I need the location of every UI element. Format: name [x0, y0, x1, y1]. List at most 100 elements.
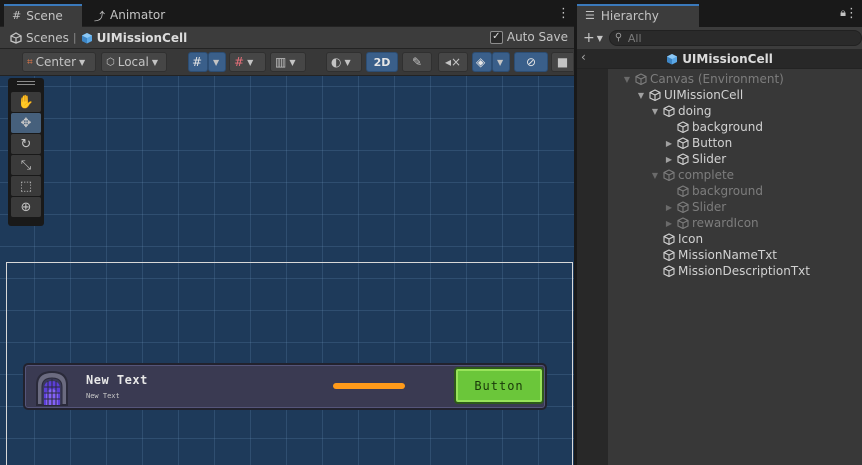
- chevron-down-icon: ▼: [289, 57, 296, 67]
- create-dropdown[interactable]: + ▼: [583, 30, 603, 46]
- scene-viewport[interactable]: ✋ ✥ ↻ ⤡ ⬚ ⊕ New Text New Text Button: [0, 76, 574, 465]
- overlay-grip-handle[interactable]: [11, 81, 41, 89]
- mode-2d-toggle[interactable]: 2D: [366, 52, 398, 72]
- chevron-down-icon: ▼: [79, 57, 86, 67]
- gameobject-cube-icon: [677, 217, 689, 229]
- more-options-icon[interactable]: ⋮: [557, 6, 570, 21]
- hierarchy-search-input[interactable]: ⚲ All: [608, 30, 862, 46]
- tab-label: Hierarchy: [600, 9, 659, 23]
- hand-tool[interactable]: ✋: [11, 92, 41, 112]
- hierarchy-row[interactable]: ▼ UIMissionCell: [636, 87, 743, 103]
- auto-save-toggle[interactable]: ✓ Auto Save: [489, 30, 568, 44]
- audio-toggle[interactable]: ◂×: [438, 52, 468, 72]
- gameobject-cube-icon: [663, 265, 675, 277]
- chevron-down-icon: ▼: [344, 57, 351, 67]
- hierarchy-row[interactable]: ▼ complete: [650, 167, 734, 183]
- search-icon: ⚲: [614, 32, 623, 43]
- breadcrumb-label: UIMissionCell: [96, 30, 188, 45]
- tab-hierarchy[interactable]: ☰ Hierarchy: [577, 4, 699, 27]
- hierarchy-row[interactable]: background: [664, 119, 763, 135]
- gameobject-cube-icon: [677, 137, 689, 149]
- foldout-collapsed-icon[interactable]: ▶: [664, 219, 674, 228]
- plus-icon: +: [583, 30, 595, 46]
- shading-sphere-icon: ◐: [331, 55, 342, 69]
- grid-visibility-button[interactable]: ▥ ▼: [270, 52, 306, 72]
- prefab-cube-icon: [81, 32, 92, 43]
- tab-animator[interactable]: ⤴ Animator: [86, 4, 176, 27]
- space-dropdown[interactable]: ⬡ Local ▼: [101, 52, 167, 72]
- gameobject-cube-icon: [677, 121, 689, 133]
- back-arrow-icon[interactable]: ‹: [581, 50, 586, 64]
- grid-snapping-dropdown[interactable]: ▼: [208, 52, 226, 72]
- transform-tool[interactable]: ⊕: [11, 197, 41, 217]
- foldout-expanded-icon[interactable]: ▼: [622, 75, 632, 84]
- grid-icon: #: [12, 9, 22, 22]
- foldout-expanded-icon[interactable]: ▼: [650, 107, 660, 116]
- prefab-header: ‹ UIMissionCell: [577, 49, 862, 69]
- breadcrumb-prefab[interactable]: UIMissionCell: [81, 30, 188, 45]
- chevron-down-icon: ▼: [596, 33, 603, 43]
- scene-tabbar: # Scene ⤴ Animator ⋮: [0, 0, 574, 27]
- hierarchy-row[interactable]: ▶ Slider: [664, 151, 726, 167]
- breadcrumb-scenes[interactable]: Scenes: [10, 31, 69, 45]
- hierarchy-gutter: [577, 69, 608, 465]
- chevron-down-icon: ▼: [497, 57, 504, 67]
- hierarchy-row[interactable]: MissionDescriptionTxt: [650, 263, 810, 279]
- rotate-tool[interactable]: ↻: [11, 134, 41, 154]
- move-tool[interactable]: ✥: [11, 113, 41, 133]
- chevron-down-icon: ▼: [247, 57, 254, 67]
- camera-button[interactable]: ■: [551, 52, 573, 72]
- hand-icon: ✋: [17, 94, 35, 110]
- increment-snap-button[interactable]: # ▼: [229, 52, 266, 72]
- hierarchy-row-label: Canvas (Environment): [650, 72, 784, 86]
- mode-2d-label: 2D: [373, 55, 391, 69]
- hierarchy-row-label: MissionDescriptionTxt: [678, 264, 810, 278]
- foldout-collapsed-icon[interactable]: ▶: [664, 203, 674, 212]
- pivot-label: Center: [35, 55, 77, 69]
- hierarchy-row[interactable]: ▼ Canvas (Environment): [622, 71, 784, 87]
- foldout-collapsed-icon[interactable]: ▶: [664, 139, 674, 148]
- scene-visibility-toggle[interactable]: ⊘: [514, 52, 548, 72]
- auto-save-checkbox[interactable]: ✓: [489, 30, 503, 44]
- search-placeholder: All: [627, 31, 642, 45]
- layers-icon: ◈: [476, 55, 486, 69]
- scene-toolbar: ⌗ Center ▼ ⬡ Local ▼ # ▼ # ▼ ▥ ▼ ◐ ▼ 2D ✎ ◂…: [0, 49, 574, 76]
- more-options-icon[interactable]: ⋮: [845, 6, 858, 21]
- foldout-expanded-icon[interactable]: ▼: [650, 171, 660, 180]
- hierarchy-row-label: background: [692, 120, 763, 134]
- hierarchy-row[interactable]: ▼ doing: [650, 103, 712, 119]
- mission-progress-slider[interactable]: [333, 383, 405, 389]
- hierarchy-row[interactable]: ▶ Button: [664, 135, 732, 151]
- hierarchy-row[interactable]: ▶ Slider: [664, 199, 726, 215]
- tab-scene[interactable]: # Scene: [4, 4, 82, 27]
- unity-logo-icon: [10, 31, 22, 44]
- hierarchy-tree: ▼ Canvas (Environment) ▼ UIMissionCell ▼ doin…: [608, 69, 862, 465]
- eye-hidden-icon: ⊘: [525, 55, 537, 69]
- hierarchy-row[interactable]: ▶ rewardIcon: [664, 215, 759, 231]
- pivot-dropdown[interactable]: ⌗ Center ▼: [22, 52, 96, 72]
- mission-cell-preview[interactable]: New Text New Text Button: [23, 363, 547, 410]
- hierarchy-row[interactable]: Icon: [650, 231, 703, 247]
- hierarchy-row-label: Button: [692, 136, 733, 150]
- effects-toggle[interactable]: ◈: [472, 52, 492, 72]
- portal-gate-icon: [36, 370, 68, 406]
- hierarchy-row-label: Slider: [692, 152, 727, 166]
- lighting-toggle[interactable]: ✎: [402, 52, 432, 72]
- transform-icon: ⊕: [20, 199, 32, 215]
- rect-tool[interactable]: ⬚: [11, 176, 41, 196]
- scale-tool[interactable]: ⤡: [11, 155, 41, 175]
- mission-action-button[interactable]: Button: [454, 367, 544, 404]
- foldout-collapsed-icon[interactable]: ▶: [664, 155, 674, 164]
- audio-muted-icon: ◂×: [444, 55, 462, 69]
- camera-icon: ■: [556, 55, 569, 69]
- hierarchy-row[interactable]: background: [664, 183, 763, 199]
- tab-label: Scene: [26, 9, 63, 23]
- hierarchy-row[interactable]: MissionNameTxt: [650, 247, 777, 263]
- foldout-expanded-icon[interactable]: ▼: [636, 91, 646, 100]
- chevron-down-icon: ▼: [151, 57, 158, 67]
- hierarchy-row-label: MissionNameTxt: [678, 248, 778, 262]
- scene-panel: # Scene ⤴ Animator ⋮ Scenes | UIMissionC…: [0, 0, 574, 465]
- grid-snapping-button[interactable]: #: [188, 52, 208, 72]
- effects-dropdown[interactable]: ▼: [492, 52, 510, 72]
- draw-mode-dropdown[interactable]: ◐ ▼: [326, 52, 362, 72]
